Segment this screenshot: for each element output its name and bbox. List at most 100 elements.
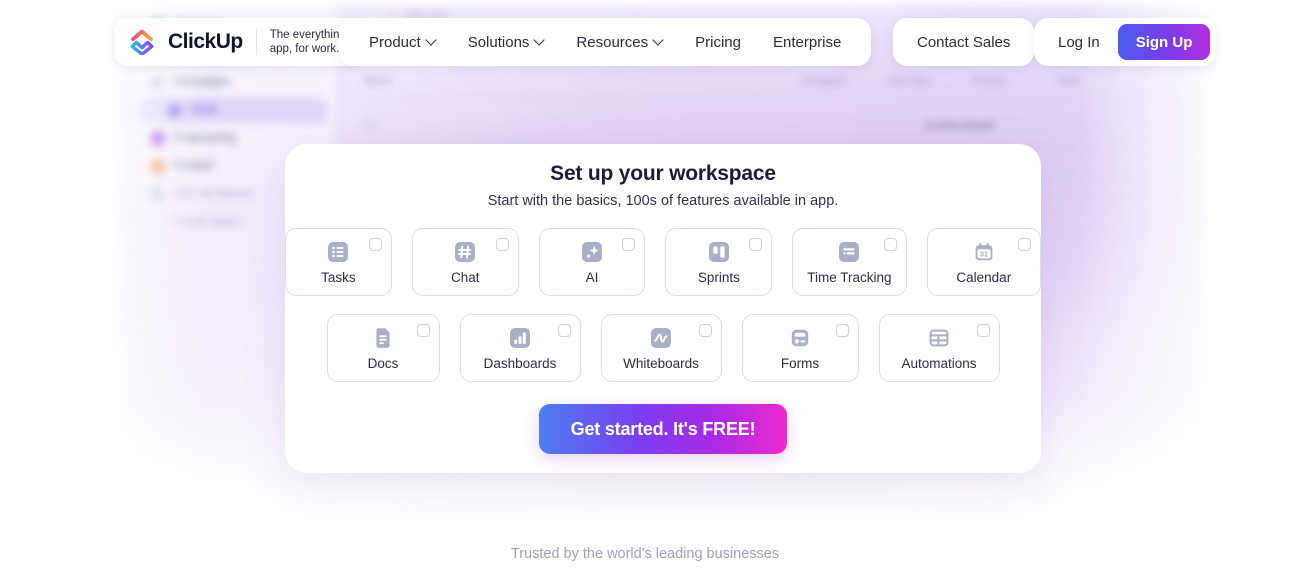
feature-card-docs[interactable]: Docs: [326, 314, 440, 382]
list-icon: [168, 103, 181, 117]
chevron-down-icon: [535, 36, 544, 45]
chevron-down-icon: [427, 36, 436, 45]
nav-item-label: Resources: [576, 33, 649, 51]
feature-card-ai[interactable]: AI: [538, 228, 646, 296]
feature-checkbox[interactable]: [368, 238, 382, 251]
nav-item-resources[interactable]: Resources: [560, 25, 679, 59]
feature-card-time-tracking[interactable]: Time Tracking: [792, 228, 907, 296]
feature-checkbox[interactable]: [835, 324, 849, 337]
sidebar-item-label: View all Spaces: [172, 188, 253, 200]
docs-page-icon: [376, 327, 390, 348]
calendar-31-icon: 31: [975, 242, 993, 260]
feature-label: Whiteboards: [623, 355, 699, 371]
nav-item-label: Product: [369, 33, 421, 51]
sidebar-item-label: Campaigns: [172, 76, 231, 88]
modal-subtitle: Start with the basics, 100s of features …: [487, 193, 839, 209]
ai-sparkle-icon: [582, 241, 603, 262]
sidebar-item-work: Work: [138, 97, 327, 123]
feature-label: Dashboards: [483, 355, 557, 371]
table-cell-value: to from brand: [925, 120, 994, 132]
feature-card-row: Tasks Chat AI Sprints Time Tracking 31 C…: [285, 228, 1041, 296]
dashboards-bars-icon: [510, 327, 530, 348]
feature-card-automations[interactable]: Automations: [878, 314, 1000, 382]
space-color-dot: [150, 130, 165, 146]
list-icon: [150, 75, 163, 89]
chat-hash-icon: [455, 241, 476, 262]
nav-item-label: Pricing: [695, 33, 741, 51]
nav-item-enterprise[interactable]: Enterprise: [757, 25, 857, 59]
column-name: Name: [363, 75, 392, 87]
brand-name: ClickUp: [168, 30, 243, 53]
feature-label: Tasks: [321, 269, 356, 285]
feature-card-row: Docs Dashboards Whiteboards Forms Automa…: [285, 314, 1041, 382]
nav-item-product[interactable]: Product: [353, 25, 452, 59]
feature-card-whiteboards[interactable]: Whiteboards: [600, 314, 722, 382]
nav-item-label: Solutions: [467, 33, 530, 51]
feature-checkbox[interactable]: [698, 324, 712, 337]
feature-card-tasks[interactable]: Tasks: [285, 228, 392, 296]
whiteboards-scribble-icon: [651, 327, 671, 348]
sprints-board-icon: [708, 241, 729, 262]
trusted-by-text: Trusted by the world's leading businesse…: [510, 546, 780, 562]
table-column-headers: Name Assignee Due date Priority Note: [363, 68, 1178, 94]
feature-label: Forms: [780, 355, 820, 371]
sidebar-item-label: Product: [174, 160, 214, 172]
chevron-down-icon: [654, 36, 663, 45]
feature-checkbox[interactable]: [557, 324, 571, 337]
page-root: Spaces Marketing Designer handbook ··· C…: [0, 0, 1290, 587]
divider: [363, 98, 1178, 99]
nav-links-pod: Product Solutions Resources Pricing Ente…: [339, 18, 872, 66]
sidebar-item-label: Work: [190, 104, 217, 116]
forms-icon: [791, 329, 809, 346]
space-color-dot: [150, 158, 165, 174]
feature-label: Time Tracking: [807, 269, 892, 285]
sidebar-item-label: Create Space: [172, 216, 243, 228]
svg-text:31: 31: [980, 249, 988, 258]
sidebar-item-campaigns: Campaigns: [138, 69, 327, 95]
feature-label: Calendar: [956, 269, 1012, 285]
feature-checkbox[interactable]: [495, 238, 509, 251]
feature-card-forms[interactable]: Forms: [741, 314, 859, 382]
table-row: to from brand —: [363, 111, 1178, 141]
automations-table-icon: [929, 329, 949, 346]
sidebar-item-label: Engineering: [174, 132, 236, 144]
feature-card-chat[interactable]: Chat: [411, 228, 519, 296]
divider: [255, 29, 257, 55]
column-priority: Priority: [973, 75, 1006, 87]
brand-tagline: The everything app, for work.: [269, 29, 346, 55]
grid-icon: [150, 187, 163, 201]
tasks-list-icon: [328, 241, 349, 262]
nav-item-pricing[interactable]: Pricing: [679, 25, 757, 59]
contact-sales-button[interactable]: Contact Sales: [893, 18, 1035, 66]
feature-label: Automations: [901, 355, 977, 371]
feature-checkbox[interactable]: [1018, 238, 1031, 251]
feature-card-grid: Tasks Chat AI Sprints Time Tracking 31 C…: [285, 228, 1041, 382]
auth-pod: Log In Sign Up: [1034, 18, 1217, 66]
nav-item-label: Enterprise: [772, 33, 842, 51]
plus-icon: [150, 216, 163, 229]
sign-up-button[interactable]: Sign Up: [1117, 24, 1211, 60]
setup-workspace-modal: Set up your workspace Start with the bas…: [285, 144, 1041, 473]
feature-card-dashboards[interactable]: Dashboards: [459, 314, 581, 382]
column-assignee: Assignee: [803, 75, 847, 87]
feature-label: Chat: [450, 269, 480, 285]
log-in-button[interactable]: Log In: [1042, 24, 1116, 60]
feature-checkbox[interactable]: [883, 238, 897, 251]
sidebar-header: Spaces: [130, 0, 335, 11]
brand-logo-pod[interactable]: ClickUp The everything app, for work.: [114, 18, 364, 66]
clickup-logo-icon: [130, 29, 154, 55]
modal-title: Set up your workspace: [550, 162, 776, 185]
nav-item-solutions[interactable]: Solutions: [452, 25, 561, 59]
feature-card-sprints[interactable]: Sprints: [665, 228, 773, 296]
feature-checkbox[interactable]: [622, 238, 636, 251]
feature-checkbox[interactable]: [976, 324, 990, 337]
get-started-button[interactable]: Get started. It's FREE!: [539, 404, 787, 454]
feature-label: Sprints: [697, 269, 740, 285]
time-tracking-icon: [839, 241, 860, 262]
feature-card-calendar[interactable]: 31 Calendar: [926, 228, 1041, 296]
feature-label: Docs: [367, 355, 399, 371]
feature-checkbox[interactable]: [749, 238, 763, 251]
task-status-circle-icon: [363, 120, 375, 132]
feature-checkbox[interactable]: [416, 324, 430, 337]
feature-label: AI: [585, 269, 599, 285]
